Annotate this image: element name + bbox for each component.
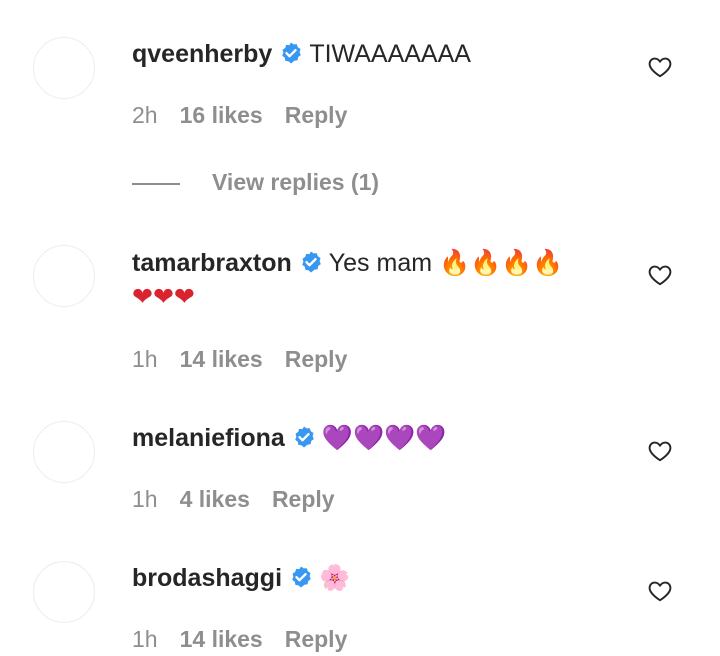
username[interactable]: qveenherby [132,40,272,68]
view-replies-button[interactable]: View replies (1) [132,169,379,196]
comment-time: 1h [132,486,158,512]
heart-outline-icon[interactable] [647,578,673,604]
verified-badge-icon [292,425,316,449]
comment-time: 1h [132,626,158,652]
avatar[interactable] [33,37,95,99]
comment-body: melaniefiona 💜💜💜💜 [132,421,622,455]
comment-body: qveenherby TIWAAAAAAA [132,37,622,71]
avatar[interactable] [33,245,95,307]
comment-text: TIWAAAAAAA [309,40,471,68]
fire-emoji: 🔥🔥🔥🔥 [439,248,564,277]
avatar[interactable] [33,561,95,623]
verified-badge-icon [299,250,323,274]
comment-time: 1h [132,346,158,372]
comment-meta: 1h 14 likes Reply [132,626,369,653]
comment-meta: 1h 4 likes Reply [132,486,357,513]
replies-divider [132,182,180,185]
reply-button[interactable]: Reply [285,346,348,372]
likes-count[interactable]: 14 likes [180,346,263,372]
comment-text: Yes mam [328,249,433,277]
view-replies-label: View replies (1) [212,169,380,195]
reply-button[interactable]: Reply [285,626,348,652]
avatar[interactable] [33,421,95,483]
likes-count[interactable]: 14 likes [180,626,263,652]
comment-meta: 2h 16 likes Reply [132,102,369,129]
comment-body: brodashaggi 🌸 [132,561,622,595]
heart-outline-icon[interactable] [647,54,673,80]
username[interactable]: melaniefiona [132,424,285,452]
username[interactable]: tamarbraxton [132,249,292,277]
verified-badge-icon [289,565,313,589]
reply-button[interactable]: Reply [285,102,348,128]
verified-badge-icon [279,41,303,65]
heart-outline-icon[interactable] [647,438,673,464]
comment-meta: 1h 14 likes Reply [132,346,369,373]
comment-time: 2h [132,102,158,128]
likes-count[interactable]: 16 likes [180,102,263,128]
reply-button[interactable]: Reply [272,486,335,512]
comment-body: tamarbraxton Yes mam 🔥🔥🔥🔥 ❤❤❤ [132,246,622,314]
username[interactable]: brodashaggi [132,564,282,592]
red-heart-emoji: ❤❤❤ [132,282,195,311]
likes-count[interactable]: 4 likes [180,486,250,512]
cherry-blossom-emoji: 🌸 [319,563,351,592]
purple-heart-emoji: 💜💜💜💜 [321,423,447,452]
heart-outline-icon[interactable] [647,262,673,288]
